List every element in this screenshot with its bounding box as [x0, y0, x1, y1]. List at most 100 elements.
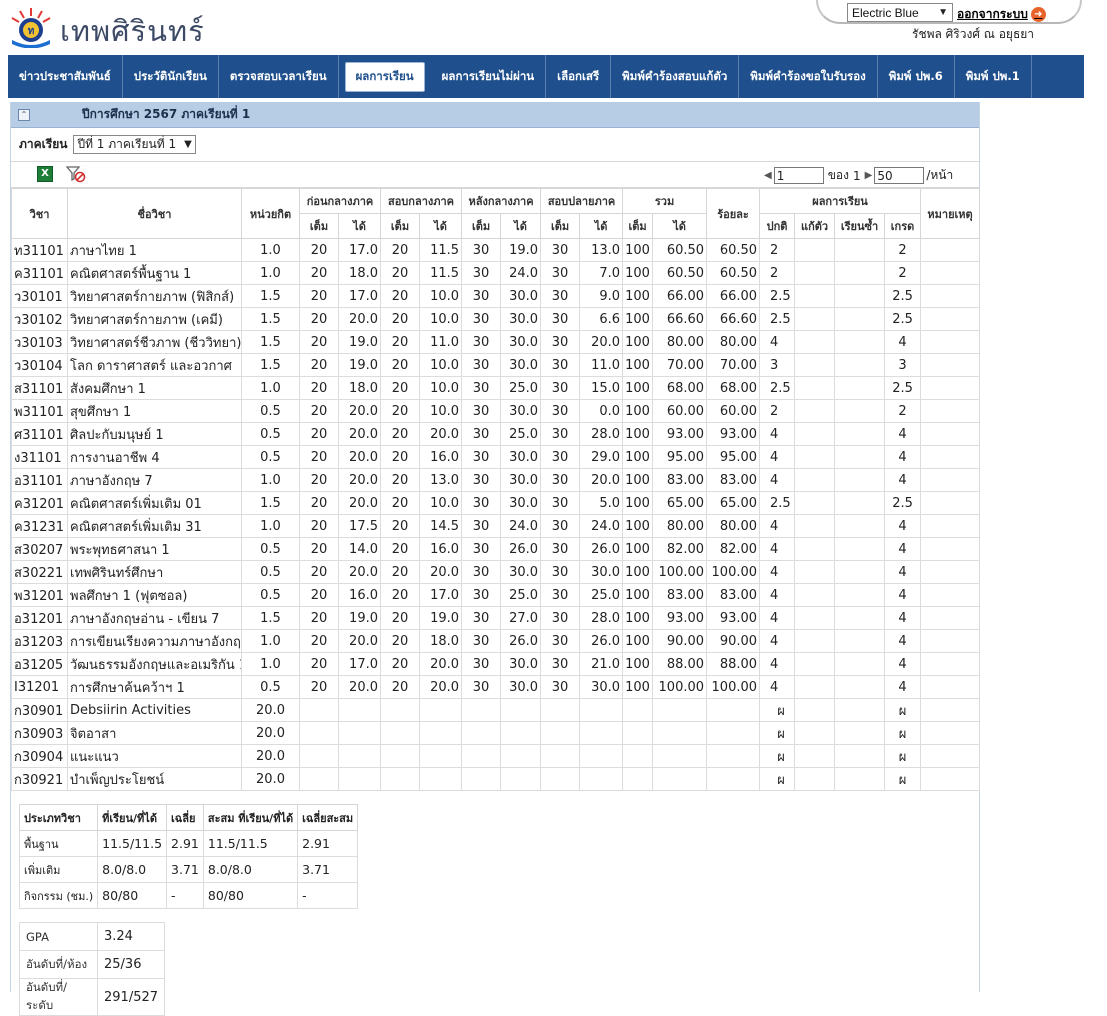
table-row[interactable]: พ31101 สุขศึกษา 1 0.5 20 20.0 20 10.0 30 30.0 30 0… — [11, 399, 981, 423]
cell-grade: 2 — [884, 399, 922, 423]
col-group-post-mid: หลังกลางภาค — [461, 188, 542, 214]
cell-name: Debsiirin Activities — [67, 698, 242, 722]
col-got: ได้ — [500, 213, 542, 239]
cell-post-mid-full: 30 — [461, 399, 502, 423]
table-row[interactable]: ก30901 Debsiirin Activities 20.0 ผ ผ — [11, 698, 981, 722]
collapse-icon[interactable]: ⌃ — [18, 108, 30, 121]
cell-post-mid-got — [500, 698, 542, 722]
col-group-mid: สอบกลางภาค — [379, 188, 463, 214]
grid-toolbar: X ◀ 1 ของ 1 ▶ 50 /หน้า — [11, 162, 979, 188]
table-row[interactable]: อ31205 วัฒนธรรมอังกฤษและอเมริกัน 1 1.0 20 17… — [11, 652, 981, 676]
col-note[interactable]: หมายเหตุ — [920, 188, 981, 239]
table-row[interactable]: อ31203การเขียนเรียงความภาษาอังกฤษ 11.020… — [11, 629, 981, 653]
cell-pre-mid-full — [299, 744, 339, 768]
cell-code: ว30101 — [11, 284, 68, 308]
table-row[interactable]: ส30207 พระพุทธศาสนา 1 0.5 20 14.0 20 16.0 30 26.… — [11, 537, 981, 561]
summary-block: ประเภทวิชา ที่เรียน/ที่ได้ เฉลี่ย สะสม ที่เ… — [18, 804, 359, 909]
cell-name: คณิตศาสตร์เพิ่มเติม 31 — [67, 514, 242, 538]
cell-code: ส30221 — [11, 560, 68, 584]
table-row[interactable]: ค31201 คณิตศาสตร์เพิ่มเติม 01 1.5 20 20.0 20 1… — [11, 491, 981, 515]
col-percent[interactable]: ร้อยละ — [706, 188, 761, 239]
cell-total-full — [622, 698, 654, 722]
nav-item-print-retest-form[interactable]: พิมพ์คำร้องสอบแก้ตัว — [611, 55, 740, 98]
prev-page-icon[interactable]: ◀ — [764, 170, 772, 181]
table-row[interactable]: ค31231 คณิตศาสตร์เพิ่มเติม 31 1.0 20 17.5 20 1… — [11, 514, 981, 538]
cell-pre-mid-got: 19.0 — [338, 353, 381, 377]
cell-total-got: 93.00 — [652, 422, 708, 446]
cell-final-full — [540, 744, 581, 768]
nav-item-print-pp1[interactable]: พิมพ์ ปพ.1 — [955, 55, 1032, 98]
col-name[interactable]: ชื่อวิชา — [67, 188, 242, 239]
table-row[interactable]: ส31101 สังคมศึกษา 1 1.0 20 18.0 20 10.0 30 25.0 3… — [11, 376, 981, 400]
logout-link[interactable]: ออกจากระบบ ➜ — [957, 5, 1046, 24]
cell-pre-mid-full: 20 — [299, 399, 339, 423]
nav-item-student-profile[interactable]: ประวัตินักเรียน — [123, 55, 219, 98]
logout-label: ออกจากระบบ — [957, 7, 1028, 21]
nav-item-electives[interactable]: เลือกเสรี — [546, 55, 612, 98]
page-input[interactable]: 1 — [773, 167, 824, 184]
table-row[interactable]: ก30921 บำเพ็ญประโยชน์ 20.0 ผ ผ — [11, 767, 981, 791]
pager-total: 1 — [852, 168, 861, 183]
cell-pre-mid-full: 20 — [299, 652, 339, 676]
per-page-input[interactable]: 50 — [874, 167, 925, 184]
cell-normal: ผ — [759, 744, 796, 768]
table-row[interactable]: ว30101 วิทยาศาสตร์กายภาพ (ฟิสิกส์) 1.5 20 17… — [11, 284, 981, 308]
semester-label: ภาคเรียน — [19, 137, 68, 151]
table-row[interactable]: ท31101 ภาษาไทย 1 1.0 20 17.0 20 11.5 30 19.0 30 13… — [11, 238, 981, 262]
table-row[interactable]: I31201 การศึกษาค้นคว้าฯ 1 0.5 20 20.0 20 20.0 3… — [11, 675, 981, 699]
cell-post-mid-full: 30 — [461, 514, 502, 538]
cell-mid-full: 20 — [380, 284, 420, 308]
table-row[interactable]: ก30904 แนะแนว 20.0 ผ ผ — [11, 744, 981, 768]
cell-final-got: 26.0 — [579, 537, 624, 561]
cell-note — [920, 560, 981, 584]
cell-name: วิทยาศาสตร์ชีวภาพ (ชีววิทยา) — [67, 330, 242, 354]
theme-select[interactable]: Electric Blue ▼ — [847, 3, 953, 22]
semester-select[interactable]: ปีที่ 1 ภาคเรียนที่ 1 ▼ — [73, 135, 196, 154]
nav-item-print-pp6[interactable]: พิมพ์ ปพ.6 — [878, 55, 955, 98]
cell-retake — [794, 560, 836, 584]
cell-pre-mid-full: 20 — [299, 468, 339, 492]
next-page-icon[interactable]: ▶ — [865, 170, 873, 181]
cell-note — [920, 629, 981, 653]
table-row[interactable]: ค31101 คณิตศาสตร์พื้นฐาน 1 1.0 20 18.0 20 11.5… — [11, 261, 981, 285]
table-row[interactable]: ว30104 โลก ดาราศาสตร์ และอวกาศ 1.5 20 19.0 20… — [11, 353, 981, 377]
col-code[interactable]: วิชา — [11, 188, 68, 239]
cell-pre-mid-full: 20 — [299, 238, 339, 262]
cell-total-full: 100 — [622, 284, 654, 308]
summary-cell: พื้นฐาน — [18, 830, 99, 857]
table-row[interactable]: อ31201 ภาษาอังกฤษอ่าน - เขียน 7 1.5 20 19.0 2… — [11, 606, 981, 630]
cell-final-got — [579, 721, 624, 745]
cell-final-full: 30 — [540, 629, 581, 653]
cell-retake — [794, 721, 836, 745]
table-row[interactable]: ง31101 การงานอาชีพ 4 0.5 20 20.0 20 16.0 30 30.0… — [11, 445, 981, 469]
semester-select-value: ปีที่ 1 ภาคเรียนที่ 1 — [77, 137, 177, 151]
table-row[interactable]: ศ31101 ศิลปะกับมนุษย์ 1 0.5 20 20.0 20 20.0 30 2… — [11, 422, 981, 446]
table-row[interactable]: อ31101 ภาษาอังกฤษ 7 1.0 20 20.0 20 13.0 30 30.0 3… — [11, 468, 981, 492]
table-row[interactable]: พ31201 พลศึกษา 1 (ฟุตซอล) 0.5 20 16.0 20 17.0 3… — [11, 583, 981, 607]
cell-post-mid-full: 30 — [461, 238, 502, 262]
col-credit[interactable]: หน่วยกิต — [241, 188, 300, 239]
nav-item-news[interactable]: ข่าวประชาสัมพันธ์ — [8, 55, 123, 98]
clear-filter-icon[interactable] — [65, 165, 87, 183]
cell-code: ท31101 — [11, 238, 68, 262]
excel-export-icon[interactable]: X — [37, 166, 53, 182]
col-full: เต็ม — [461, 213, 502, 239]
nav-item-failed-grades[interactable]: ผลการเรียนไม่ผ่าน — [431, 55, 547, 98]
gpa-table: GPA 3.24 อันดับที่/ห้อง 25/36 อันดับที่/ระดั… — [19, 922, 166, 1016]
cell-repeat — [834, 560, 886, 584]
summary-cell: 11.5/11.5 — [202, 830, 299, 857]
nav-item-print-certificate-form[interactable]: พิมพ์คำร้องขอใบรับรอง — [739, 55, 878, 98]
table-row[interactable]: ว30102 วิทยาศาสตร์กายภาพ (เคมี) 1.5 20 20.0 2… — [11, 307, 981, 331]
nav-item-grades[interactable]: ผลการเรียน — [344, 61, 425, 92]
table-row[interactable]: ส30221 เทพศิรินทร์ศึกษา 0.5 20 20.0 20 20.0 30 3… — [11, 560, 981, 584]
nav-item-attendance[interactable]: ตรวจสอบเวลาเรียน — [219, 55, 339, 98]
table-row[interactable]: ก30903 จิตอาสา 20.0 ผ ผ — [11, 721, 981, 745]
table-row[interactable]: ว30103 วิทยาศาสตร์ชีวภาพ (ชีววิทยา) 1.5 20 1… — [11, 330, 981, 354]
cell-code: ก30904 — [11, 744, 68, 768]
cell-repeat — [834, 261, 886, 285]
cell-total-full — [622, 744, 654, 768]
cell-repeat — [834, 353, 886, 377]
cell-final-got: 26.0 — [579, 629, 624, 653]
summary-body: พื้นฐาน 11.5/11.5 2.91 11.5/11.5 2.91 เพิ่มเต… — [18, 830, 359, 909]
cell-credit: 20.0 — [241, 698, 300, 722]
